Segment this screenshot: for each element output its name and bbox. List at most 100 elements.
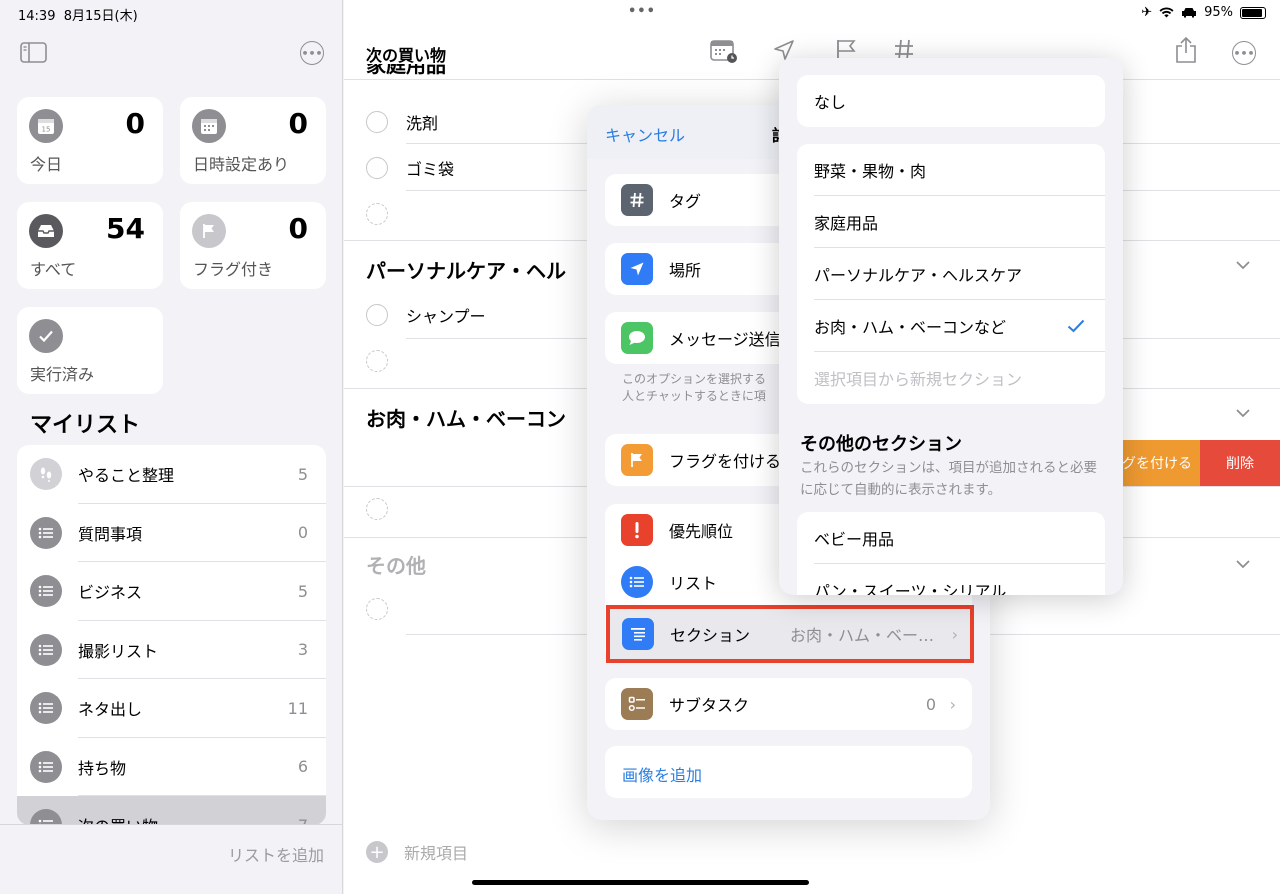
option-label: なし	[814, 93, 847, 112]
smart-list-completed[interactable]: 実行済み	[17, 307, 163, 394]
list-count: 6	[297, 757, 308, 777]
checkmark-icon	[29, 319, 63, 353]
tag-label: タグ	[669, 192, 702, 211]
section-option[interactable]: 家庭用品	[797, 196, 1105, 248]
section-option-none[interactable]: なし	[797, 75, 1105, 127]
list-bullet-icon	[30, 633, 62, 666]
list-item[interactable]: 持ち物 6	[17, 738, 326, 796]
list-item[interactable]: ネタ出し 11	[17, 679, 326, 738]
section-options: 野菜・果物・肉 家庭用品 パーソナルケア・ヘルスケア お肉・ハム・ベーコンなど …	[797, 144, 1105, 404]
smart-list-scheduled[interactable]: 0 日時設定あり	[180, 97, 326, 184]
swipe-flag-button[interactable]: グを付ける	[1121, 440, 1200, 486]
subtask-icon	[621, 688, 653, 720]
section-option[interactable]: パン・スイーツ・シリアル	[797, 564, 1105, 595]
option-label: ベビー用品	[814, 530, 895, 549]
list-count: 0	[297, 523, 308, 543]
task-title: シャンプー	[406, 307, 486, 326]
section-option[interactable]: パーソナルケア・ヘルスケア	[797, 248, 1105, 300]
swipe-delete-button[interactable]: 削除	[1200, 440, 1280, 486]
task-checkbox[interactable]	[366, 111, 388, 133]
list-name: ビジネス	[78, 583, 143, 603]
list-item-selected[interactable]: 次の買い物 7	[17, 796, 326, 825]
new-task-placeholder[interactable]	[366, 598, 388, 620]
task-checkbox[interactable]	[366, 598, 388, 620]
today-label: 今日	[30, 155, 63, 174]
option-label: 家庭用品	[814, 214, 879, 233]
task-title: 洗剤	[406, 114, 439, 133]
sidebar: ••• 15 0 今日 0 日時設定あり 54 すべて 0 フラグ付き 実行済み…	[0, 0, 343, 894]
scheduled-label: 日時設定あり	[193, 155, 290, 174]
more-options-icon[interactable]: •••	[300, 41, 324, 65]
share-icon[interactable]	[1174, 36, 1198, 68]
list-name: 持ち物	[78, 758, 127, 778]
exclamation-icon	[621, 514, 653, 546]
list-title: 次の買い物	[366, 46, 447, 65]
task-checkbox[interactable]	[366, 304, 388, 326]
task-checkbox[interactable]	[366, 350, 388, 372]
location-label: 場所	[669, 261, 702, 280]
section-option-selected[interactable]: お肉・ハム・ベーコンなど	[797, 300, 1105, 352]
smart-list-today[interactable]: 15 0 今日	[17, 97, 163, 184]
list-name: 撮影リスト	[78, 641, 159, 661]
flagged-label: フラグ付き	[193, 260, 274, 279]
list-item[interactable]: 撮影リスト 3	[17, 621, 326, 679]
priority-label: 優先順位	[669, 522, 734, 541]
svg-text:15: 15	[42, 126, 51, 134]
list-count: 3	[297, 640, 308, 660]
task-row[interactable]: ゴミ袋	[366, 156, 454, 180]
list-item[interactable]: やること整理 5	[17, 445, 326, 504]
list-item[interactable]: 質問事項 0	[17, 504, 326, 562]
cancel-button[interactable]: キャンセル	[605, 122, 685, 146]
my-lists: やること整理 5 質問事項 0 ビジネス 5 撮影リスト 3 ネタ出し 11 持…	[17, 445, 326, 825]
airplane-icon: ✈	[1141, 5, 1153, 20]
checkmark-icon	[1067, 314, 1085, 338]
my-lists-heading: マイリスト	[30, 413, 141, 438]
other-sections-description: これらのセクションは、項目が追加されると必要に応じて自動的に表示されます。	[800, 460, 1097, 498]
section-option[interactable]: 野菜・果物・肉	[797, 144, 1105, 196]
task-checkbox[interactable]	[366, 498, 388, 520]
more-options-icon[interactable]: •••	[1232, 41, 1256, 65]
add-list-button[interactable]: リストを追加	[228, 842, 324, 866]
new-task-placeholder[interactable]	[366, 350, 388, 372]
chevron-down-icon[interactable]	[1236, 258, 1250, 274]
list-item[interactable]: ビジネス 5	[17, 562, 326, 621]
flag-icon	[621, 444, 653, 476]
new-task-placeholder[interactable]	[366, 498, 388, 520]
task-checkbox[interactable]	[366, 157, 388, 179]
all-count: 54	[106, 212, 145, 245]
list-name: ネタ出し	[78, 700, 143, 720]
swipe-actions: グを付ける 削除	[1121, 440, 1280, 486]
divider	[0, 824, 343, 825]
section-option[interactable]: ベビー用品	[797, 512, 1105, 564]
add-image-row[interactable]: 画像を追加	[605, 746, 972, 798]
chevron-right-icon: ›	[949, 694, 956, 714]
date-time-icon[interactable]	[710, 38, 738, 68]
section-picker-popover: なし 野菜・果物・肉 家庭用品 パーソナルケア・ヘルスケア お肉・ハム・ベーコン…	[779, 58, 1123, 595]
new-item-button[interactable]: + 新規項目	[366, 840, 468, 864]
task-checkbox[interactable]	[366, 203, 388, 225]
smart-list-flagged[interactable]: 0 フラグ付き	[180, 202, 326, 289]
option-label: 選択項目から新規セクション	[814, 370, 1023, 389]
subtask-row[interactable]: サブタスク 0 ›	[605, 678, 972, 730]
add-image-button[interactable]: 画像を追加	[622, 762, 702, 786]
battery-icon	[1240, 6, 1266, 19]
all-label: すべて	[30, 260, 77, 279]
battery-percent: 95%	[1204, 5, 1233, 20]
flag-label: フラグを付ける	[669, 452, 782, 471]
sidebar-toggle-icon[interactable]	[20, 42, 47, 63]
task-row[interactable]: 洗剤	[366, 110, 438, 134]
chevron-down-icon[interactable]	[1236, 557, 1250, 573]
footprints-icon	[30, 458, 62, 491]
task-row[interactable]: シャンプー	[366, 303, 486, 327]
list-count: 5	[297, 581, 308, 601]
smart-list-all[interactable]: 54 すべて	[17, 202, 163, 289]
messaging-label: メッセージ送信	[669, 330, 781, 349]
flag-icon	[192, 214, 226, 248]
list-count: 11	[287, 698, 308, 718]
subtask-count: 0	[925, 694, 936, 714]
chevron-down-icon[interactable]	[1236, 406, 1250, 422]
status-time: 14:39 8月15日(木)	[18, 9, 138, 24]
new-task-placeholder[interactable]	[366, 203, 388, 225]
list-bullet-icon	[30, 692, 62, 725]
multitasking-dots[interactable]: •••	[628, 4, 656, 19]
